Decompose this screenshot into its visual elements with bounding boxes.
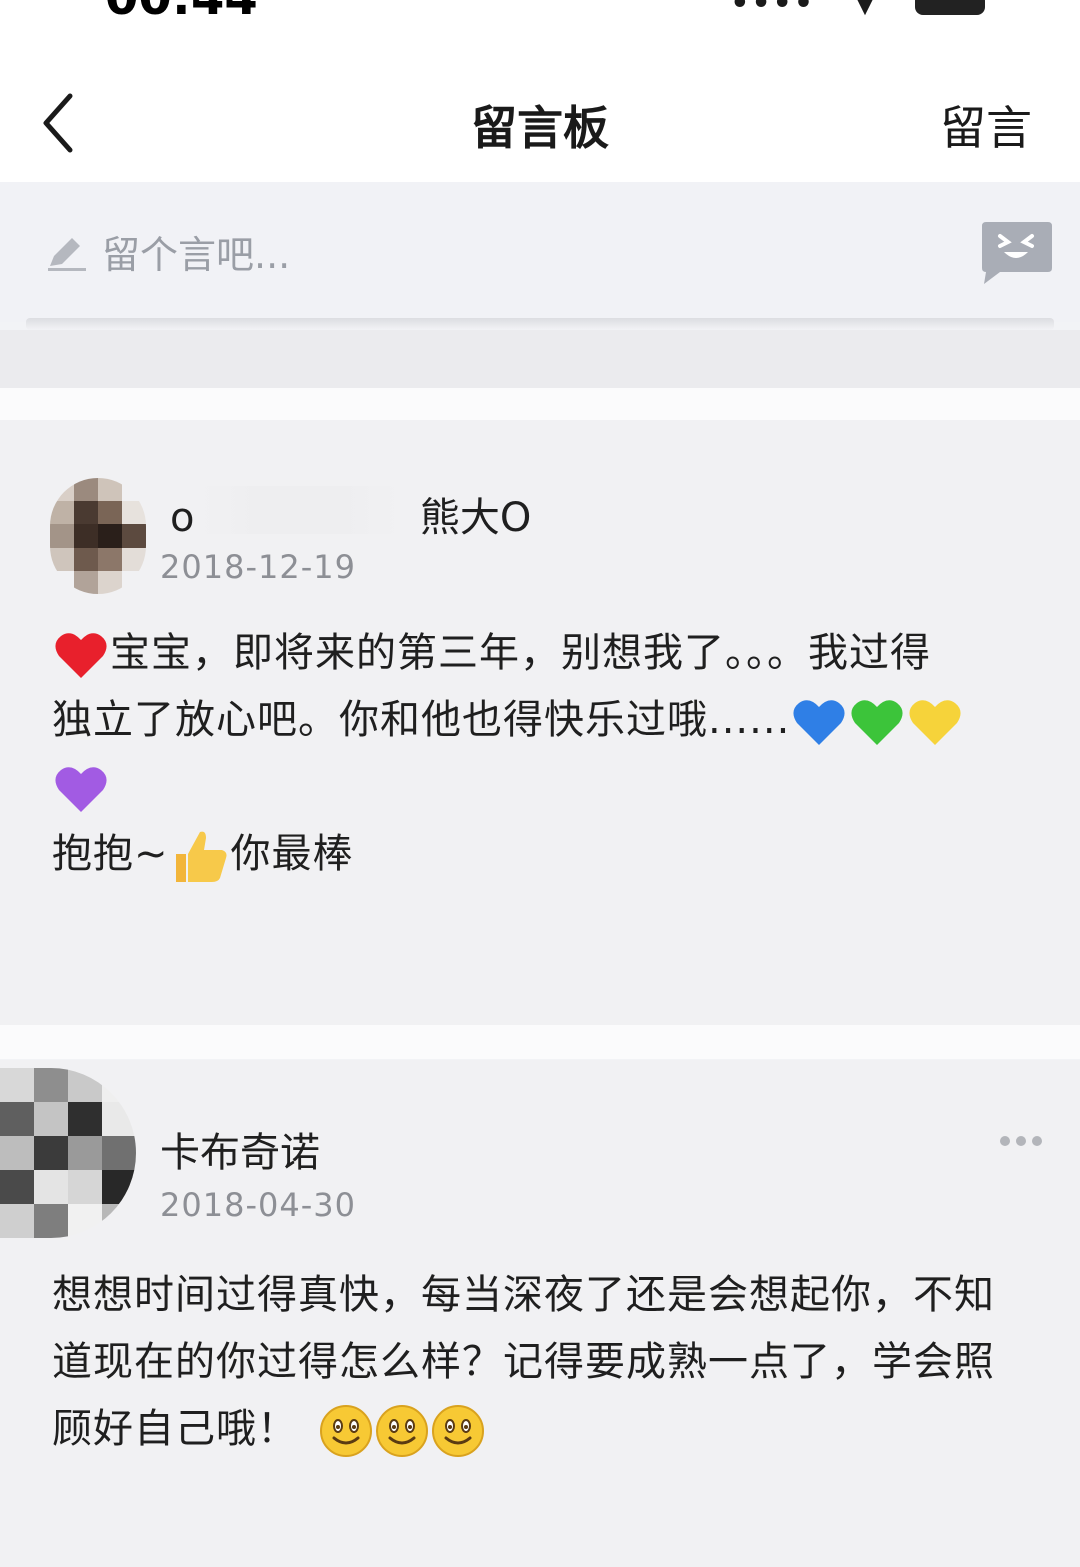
leave-message-button[interactable]: 留言 <box>940 92 1032 158</box>
page-title: 留言板 <box>471 101 609 155</box>
battery-icon <box>915 0 985 15</box>
more-dots-icon[interactable] <box>998 1132 1044 1150</box>
message-line: 抱抱~ 你最棒 <box>52 821 1032 888</box>
message-date: 2018-04-30 <box>160 1186 356 1224</box>
message-line: 宝宝，即将来的第三年，别想我了。。。我过得 <box>52 620 1032 687</box>
section-gap <box>0 330 1080 390</box>
divider <box>0 388 1080 422</box>
divider <box>0 1025 1080 1059</box>
avatar[interactable] <box>50 478 146 594</box>
pencil-icon <box>48 238 86 271</box>
compose-shadow <box>26 318 1054 330</box>
status-bar: 00:44 •••• ▼ <box>0 0 1080 26</box>
message-line: 想想时间过得真快，每当深夜了还是会想起你，不知 <box>52 1272 995 1318</box>
thumbs-up-icon <box>175 831 227 882</box>
status-icons: •••• ▼ <box>730 0 985 21</box>
smiley-icon <box>320 1405 372 1457</box>
blue-heart-icon <box>793 700 845 745</box>
message-line: 独立了放心吧。你和他也得快乐过哦...... <box>52 687 1032 754</box>
smiley-icon <box>376 1405 428 1457</box>
message-line <box>52 754 1032 821</box>
emoji-face-icon <box>982 222 1052 284</box>
message-line: 顾好自己哦！ <box>52 1396 1032 1463</box>
smiley-icon <box>432 1405 484 1457</box>
red-heart-icon <box>55 633 107 678</box>
nav-bar: 留言板 留言 <box>0 20 1080 182</box>
username[interactable]: 卡布奇诺 <box>160 1120 320 1178</box>
message-text: 宝宝，即将来的第三年，别想我了。。。我过得 独立了放心吧。你和他也得快乐过哦..… <box>52 620 1032 888</box>
yellow-heart-icon <box>909 700 961 745</box>
wifi-icon: ▼ <box>855 0 875 19</box>
message-text: 想想时间过得真快，每当深夜了还是会想起你，不知 道现在的你过得怎么样？记得要成熟… <box>52 1262 1032 1463</box>
purple-heart-icon <box>55 767 107 812</box>
blurred-name-segment <box>200 486 400 534</box>
message-date: 2018-12-19 <box>160 548 356 586</box>
message-line: 道现在的你过得怎么样？记得要成熟一点了，学会照 <box>52 1339 995 1385</box>
green-heart-icon <box>851 700 903 745</box>
signal-icon: •••• <box>730 0 815 21</box>
message-input[interactable] <box>100 226 924 284</box>
emoji-button[interactable] <box>978 218 1054 286</box>
